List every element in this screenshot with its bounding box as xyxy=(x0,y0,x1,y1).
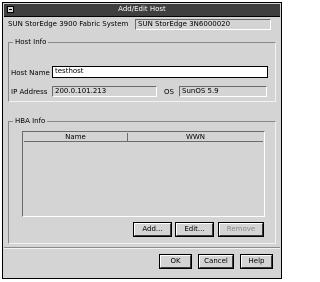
hba-info-group-title: HBA Info xyxy=(13,117,48,125)
add-button[interactable]: Add... xyxy=(133,222,172,237)
ok-button[interactable]: OK xyxy=(159,254,192,269)
add-edit-host-dialog: Add/Edit Host SUN StorEdge 3900 Fabric S… xyxy=(2,2,282,279)
column-header-wwn[interactable]: WWN xyxy=(128,133,263,142)
hba-table[interactable]: Name WWN xyxy=(22,131,265,217)
help-button[interactable]: Help xyxy=(240,254,273,269)
fabric-system-label: SUN StorEdge 3900 Fabric System xyxy=(8,20,129,28)
window-title: Add/Edit Host xyxy=(118,5,166,13)
host-name-input[interactable]: testhost xyxy=(52,66,268,78)
ip-address-value: 200.0.101.213 xyxy=(52,86,157,97)
os-value: SunOS 5.9 xyxy=(179,86,267,97)
cancel-button[interactable]: Cancel xyxy=(198,254,234,269)
edit-button[interactable]: Edit... xyxy=(175,222,214,237)
os-label: OS xyxy=(164,88,174,96)
ip-address-label: IP Address xyxy=(11,88,48,96)
column-header-name[interactable]: Name xyxy=(24,133,128,142)
fabric-system-value: SUN StorEdge 3N6000020 xyxy=(135,19,271,30)
remove-button[interactable]: Remove xyxy=(218,222,264,237)
host-info-group-title: Host Info xyxy=(13,38,49,46)
button-separator xyxy=(4,247,280,249)
host-name-label: Host Name xyxy=(11,69,50,77)
title-bar[interactable]: Add/Edit Host xyxy=(4,4,280,17)
